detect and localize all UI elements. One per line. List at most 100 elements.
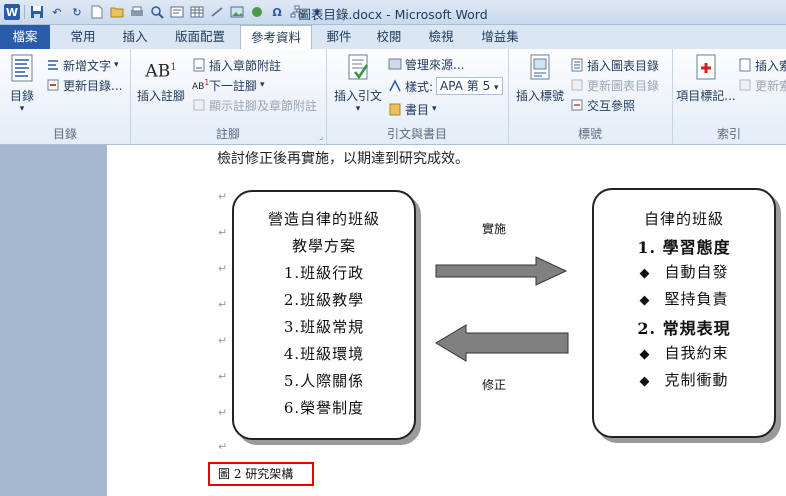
ribbon-tab-bar: 檔案 常用 插入 版面配置 參考資料 郵件 校閱 檢視 增益集 [0,25,786,51]
insert-tof-button[interactable]: 插入圖表目錄 [570,55,659,75]
paragraph-mark: ↵ [218,298,228,311]
insert-caption-button[interactable]: 插入標號 [512,53,568,104]
group-label-index: 索引 [716,127,741,141]
tab-home[interactable]: 常用 [58,25,108,49]
update-index-label: 更新索 [755,78,786,93]
insert-citation-label: 插入引文 [333,89,382,103]
insert-index-button[interactable]: 插入索 [738,55,786,75]
bibliography-label: 書目 [405,102,430,117]
footnote-dialog-launcher-icon[interactable]: ⌟ [319,132,323,141]
cross-reference-button[interactable]: 交互參照 [570,95,635,115]
right-box-text: 自動自發 [664,263,729,281]
bibliography-button[interactable]: 書目 ▾ [388,99,437,119]
tab-page-layout[interactable]: 版面配置 [164,25,236,49]
insert-citation-button[interactable]: 插入引文 ▾ [330,53,386,114]
add-text-label: 新增文字 [63,58,112,73]
tab-review[interactable]: 校閱 [366,25,412,49]
window-title: 圖表目錄.docx - Microsoft Word [298,7,488,22]
paragraph-mark: ↵ [218,262,228,275]
right-box-line: ◆ 自我約束 [594,342,774,363]
mark-entry-icon [691,53,721,83]
flow-arrows [435,256,569,362]
tab-view[interactable]: 檢視 [416,25,466,49]
tab-addins[interactable]: 增益集 [470,25,530,49]
update-tof-label: 更新圖表目錄 [587,78,660,93]
bibliography-dropdown-icon: ▾ [432,104,437,114]
toc-icon [7,53,37,83]
diamond-bullet-icon: ◆ [639,347,651,362]
manage-sources-button[interactable]: 管理來源... [388,54,464,74]
group-table-of-contents: 目錄 ▾ 新增文字 ▾ 更新目錄... 目錄 [0,49,131,144]
add-text-button[interactable]: 新增文字 ▾ [46,55,119,75]
right-box-text: 2. 常規表現 [637,319,731,338]
insert-footnote-button[interactable]: AB1 插入註腳 [136,53,186,104]
endnote-icon [192,58,206,72]
show-notes-icon [192,98,206,112]
style-icon [388,79,402,93]
right-box-text: 自我約束 [664,344,729,362]
left-box-line: 2.班級教學 [283,291,365,309]
diamond-bullet-icon: ◆ [639,374,651,389]
document-left-margin [0,145,107,496]
group-label-citations: 引文與書目 [386,127,447,141]
left-box-line: 3.班級常規 [283,318,365,336]
next-footnote-button[interactable]: AB1 下一註腳 ▾ [192,75,265,95]
diamond-bullet-icon: ◆ [639,293,651,308]
right-box-line: 1. 學習態度 [594,234,774,258]
footnote-ab-icon: AB1 [145,61,177,82]
paragraph-mark: ↵ [218,370,228,383]
style-label: 樣式: [405,79,434,94]
show-notes-button[interactable]: 顯示註腳及章節附註 [192,95,317,115]
insert-footnote-label: 插入註腳 [136,89,185,103]
right-box-line: 自律的班級 [594,208,774,229]
add-text-icon [46,58,60,72]
toc-button[interactable]: 目錄 ▾ [4,53,40,114]
right-box-text: 自律的班級 [643,210,724,228]
next-footnote-label: 下一註腳 [209,78,258,93]
arrow-bottom-label: 修正 [482,378,507,392]
group-label-toc: 目錄 [52,127,77,141]
figure-caption[interactable]: 圖 2 研究架構 [208,462,314,486]
insert-tof-icon [570,58,584,72]
paragraph-mark: ↵ [218,226,228,239]
style-dropdown-icon: ▾ [494,83,499,93]
insert-endnote-label: 插入章節附註 [209,58,282,73]
tab-mailings[interactable]: 郵件 [316,25,362,49]
title-bar: W ↶ ↻ Ω ▾ 圖表目錄.docx - Microsoft Word [0,0,786,25]
update-toc-label: 更新目錄... [63,78,123,93]
group-citations: 插入引文 ▾ 管理來源... 樣式: APA 第 5 ▾ 書目 ▾ 引文與書目 [326,49,509,144]
insert-index-label: 插入索 [755,58,786,73]
group-footnotes: AB1 插入註腳 插入章節附註 AB1 下一註腳 ▾ 顯示註腳及章節附註 註腳 ⌟ [130,49,327,144]
right-box-line: ◆ 堅持負責 [594,288,774,309]
mark-entry-label: 項目標記... [676,89,736,103]
citation-style-select[interactable]: APA 第 5 ▾ [436,77,503,95]
tab-insert[interactable]: 插入 [110,25,160,49]
right-box-line: ◆ 自動自發 [594,261,774,282]
tab-file[interactable]: 檔案 [0,25,50,49]
mark-entry-button[interactable]: 項目標記... [676,53,736,104]
left-flow-box[interactable]: 營造自律的班級 教學方案 1.班級行政 2.班級教學 3.班級常規 4.班級環境… [232,190,416,440]
insert-citation-dropdown-icon: ▾ [355,104,361,114]
right-flow-box[interactable]: 自律的班級 1. 學習態度 ◆ 自動自發 ◆ 堅持負責 2. 常規表現 ◆ 自我約束 … [592,188,776,438]
add-text-dropdown-icon: ▾ [114,60,119,70]
caption-text: 圖 2 研究架構 [218,467,294,481]
paragraph-mark: ↵ [218,406,228,419]
style-value: APA 第 5 [440,79,491,93]
update-tof-button[interactable]: 更新圖表目錄 [570,75,659,95]
right-box-text: 堅持負責 [664,290,729,308]
diamond-bullet-icon: ◆ [639,266,651,281]
group-label-captions: 標號 [577,127,602,141]
insert-tof-label: 插入圖表目錄 [587,58,660,73]
update-toc-icon [46,78,60,92]
update-toc-button[interactable]: 更新目錄... [46,75,122,95]
update-index-icon [738,78,752,92]
group-index: 項目標記... 插入索 更新索 索引 [672,49,786,144]
update-index-button[interactable]: 更新索 [738,75,786,95]
manage-sources-icon [388,57,402,71]
insert-endnote-button[interactable]: 插入章節附註 [192,55,281,75]
bibliography-icon [388,102,402,116]
right-arrow-shape [435,256,568,286]
left-box-line: 4.班級環境 [283,345,365,363]
tab-references[interactable]: 參考資料 [240,25,312,51]
ribbon: 目錄 ▾ 新增文字 ▾ 更新目錄... 目錄 AB1 插入註腳 插入章節附註 AB… [0,49,786,145]
